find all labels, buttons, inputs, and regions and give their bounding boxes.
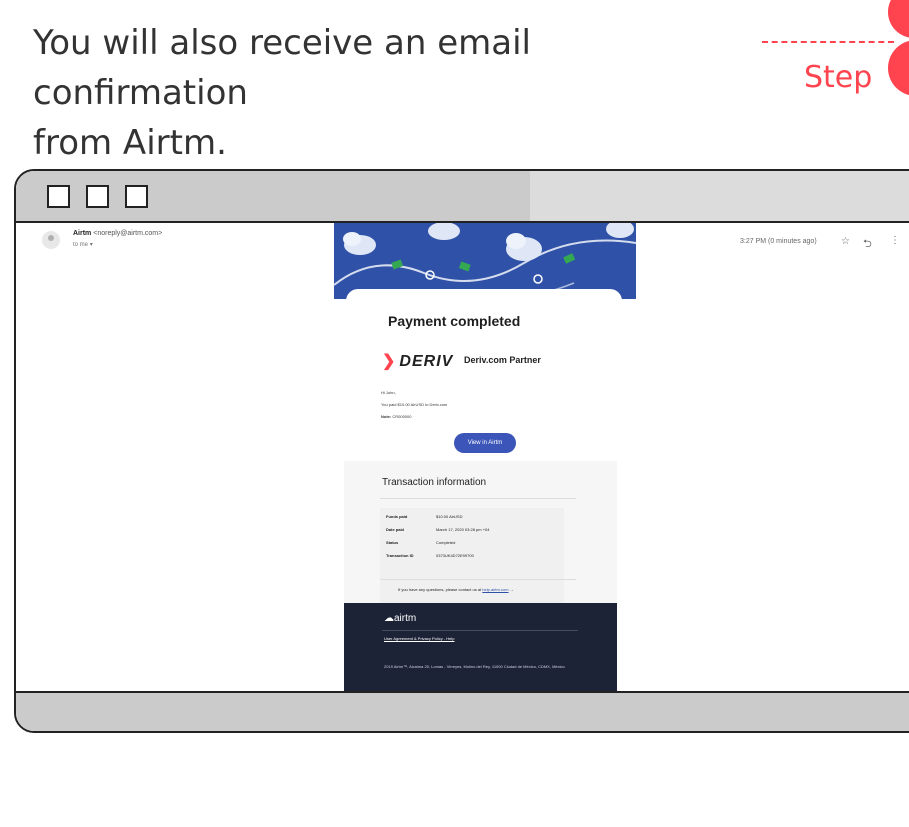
row-label: Funds paid: [386, 514, 408, 519]
recipient-toggle[interactable]: to me ▾: [73, 241, 93, 248]
note-line: Note: CR000000: [381, 414, 411, 419]
footer-address: 2019 Airtm™, Alcaima 25, Lomas - Virreye…: [384, 664, 565, 669]
row-value: 0373UK4D72E99700: [436, 553, 474, 558]
star-icon[interactable]: ☆: [841, 236, 850, 247]
view-in-airtm-button[interactable]: View in Airtm: [454, 433, 516, 453]
browser-window: Airtm <noreply@airtm.com> to me ▾ 3:27 P…: [14, 169, 909, 733]
row-value: March 17, 2020 03:28 pm +04: [436, 527, 490, 532]
avatar: [42, 231, 60, 249]
window-titlebar: [16, 171, 909, 223]
deriv-wordmark: DERIV: [399, 353, 454, 370]
contact-text: If you have any questions, please contac…: [398, 587, 482, 592]
email-sender: Airtm <noreply@airtm.com>: [73, 230, 162, 237]
chevron-down-icon: ▾: [89, 242, 93, 248]
table-row: Date paid March 17, 2020 03:28 pm +04: [386, 527, 489, 532]
transaction-table: Funds paid $10.00 AirUSD Date paid March 1…: [380, 508, 564, 608]
email-banner-illustration: [334, 223, 636, 299]
contact-line: If you have any questions, please contac…: [398, 587, 514, 592]
sender-name: Airtm: [73, 230, 92, 237]
table-row: Status Completed: [386, 540, 455, 545]
footer-links[interactable]: User Agreement & Privacy Policy - Help: [384, 636, 454, 641]
row-value: $10.00 AirUSD: [436, 514, 463, 519]
more-vertical-icon[interactable]: ⋮: [890, 235, 900, 246]
banner-clouds-graphic: [334, 223, 636, 299]
intro-line-1: You will also receive an email confirmat…: [33, 23, 531, 113]
email-card: Payment completed ❯ DERIV Deriv.com Partn…: [346, 289, 622, 459]
window-button-2[interactable]: [86, 185, 109, 208]
email-view: Airtm <noreply@airtm.com> to me ▾ 3:27 P…: [16, 223, 909, 691]
paid-text: You paid $10.00 AirUSD to Deriv.com: [381, 402, 448, 407]
step-connector-line: [762, 41, 894, 43]
airtm-cloud-icon: ☁: [384, 613, 394, 624]
row-value: Completed: [436, 540, 456, 545]
row-label: Status: [386, 540, 399, 545]
sender-email: <noreply@airtm.com>: [93, 230, 163, 237]
row-label: Transaction ID: [386, 553, 414, 558]
note-value: CR000000: [392, 414, 412, 419]
divider: [380, 579, 576, 580]
transaction-section: Transaction information Funds paid $10.00…: [344, 461, 617, 608]
intro-line-2: from Airtm.: [33, 123, 227, 163]
table-row: Funds paid $10.00 AirUSD: [386, 514, 462, 519]
window-bottom-bar: [16, 691, 909, 731]
recipient-label: to me: [73, 242, 89, 248]
payment-title: Payment completed: [388, 313, 521, 329]
divider: [382, 630, 578, 631]
deriv-mark-icon: ❯: [382, 353, 397, 370]
arrow-right-icon: →: [509, 587, 514, 592]
row-label: Date paid: [386, 527, 405, 532]
window-button-1[interactable]: [47, 185, 70, 208]
transaction-title: Transaction information: [382, 477, 487, 488]
reply-icon[interactable]: ⮌: [863, 235, 872, 254]
step-marker: [888, 40, 909, 96]
email-time: 3:27 PM (0 minutes ago): [740, 238, 817, 245]
step-label: Step: [804, 60, 873, 95]
partner-label: Deriv.com Partner: [464, 355, 541, 365]
table-row: Transaction ID 0373UK4D72E99700: [386, 553, 474, 558]
note-label: Note:: [381, 414, 392, 419]
window-button-3[interactable]: [125, 185, 148, 208]
help-link[interactable]: help.airtm.com: [482, 587, 508, 592]
deriv-logo: ❯ DERIV: [382, 351, 453, 371]
airtm-wordmark: airtm: [394, 613, 417, 624]
divider: [380, 498, 576, 499]
email-footer: ☁airtm User Agreement & Privacy Policy -…: [344, 603, 617, 691]
intro-text: You will also receive an email confirmat…: [33, 18, 733, 168]
step-marker-top: [888, 0, 909, 38]
airtm-logo: ☁airtm: [384, 613, 416, 624]
greeting: Hi John,: [381, 390, 396, 395]
